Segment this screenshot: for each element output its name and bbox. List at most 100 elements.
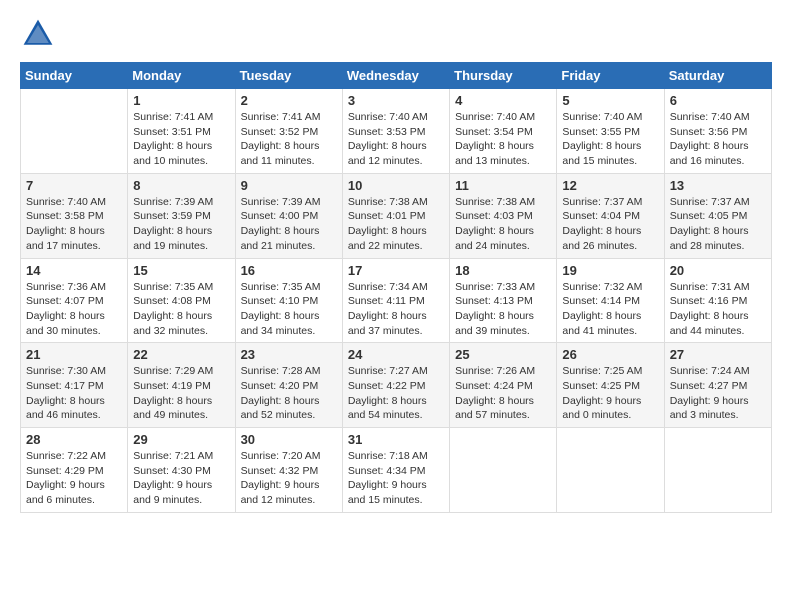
day-header-monday: Monday xyxy=(128,63,235,89)
day-info: Sunrise: 7:22 AM Sunset: 4:29 PM Dayligh… xyxy=(26,449,122,508)
day-info: Sunrise: 7:18 AM Sunset: 4:34 PM Dayligh… xyxy=(348,449,444,508)
day-number: 9 xyxy=(241,178,337,193)
day-info: Sunrise: 7:37 AM Sunset: 4:04 PM Dayligh… xyxy=(562,195,658,254)
day-info: Sunrise: 7:41 AM Sunset: 3:52 PM Dayligh… xyxy=(241,110,337,169)
day-number: 6 xyxy=(670,93,766,108)
day-info: Sunrise: 7:36 AM Sunset: 4:07 PM Dayligh… xyxy=(26,280,122,339)
day-cell xyxy=(21,89,128,174)
day-cell: 3Sunrise: 7:40 AM Sunset: 3:53 PM Daylig… xyxy=(342,89,449,174)
day-cell xyxy=(664,428,771,513)
day-info: Sunrise: 7:32 AM Sunset: 4:14 PM Dayligh… xyxy=(562,280,658,339)
day-cell xyxy=(450,428,557,513)
day-info: Sunrise: 7:40 AM Sunset: 3:55 PM Dayligh… xyxy=(562,110,658,169)
day-cell: 6 Sunrise: 7:40 AM Sunset: 3:56 PM Daylig… xyxy=(664,89,771,174)
day-number: 5 xyxy=(562,93,658,108)
day-number: 22 xyxy=(133,347,229,362)
day-cell: 11 Sunrise: 7:38 AM Sunset: 4:03 PM Dayli… xyxy=(450,173,557,258)
day-number: 31 xyxy=(348,432,444,447)
day-number: 30 xyxy=(241,432,337,447)
day-info: Sunrise: 7:41 AM Sunset: 3:51 PM Dayligh… xyxy=(133,110,229,169)
week-row-2: 7Sunrise: 7:40 AM Sunset: 3:58 PM Daylig… xyxy=(21,173,772,258)
day-cell: 9 Sunrise: 7:39 AM Sunset: 4:00 PM Daylig… xyxy=(235,173,342,258)
day-number: 29 xyxy=(133,432,229,447)
day-cell: 8 Sunrise: 7:39 AM Sunset: 3:59 PM Daylig… xyxy=(128,173,235,258)
day-number: 21 xyxy=(26,347,122,362)
week-row-3: 14 Sunrise: 7:36 AM Sunset: 4:07 PM Dayli… xyxy=(21,258,772,343)
day-cell: 31 Sunrise: 7:18 AM Sunset: 4:34 PM Dayli… xyxy=(342,428,449,513)
day-info: Sunrise: 7:28 AM Sunset: 4:20 PM Dayligh… xyxy=(241,364,337,423)
day-cell: 23 Sunrise: 7:28 AM Sunset: 4:20 PM Dayli… xyxy=(235,343,342,428)
day-info: Sunrise: 7:33 AM Sunset: 4:13 PM Dayligh… xyxy=(455,280,551,339)
day-number: 16 xyxy=(241,263,337,278)
day-number: 18 xyxy=(455,263,551,278)
day-cell: 14 Sunrise: 7:36 AM Sunset: 4:07 PM Dayli… xyxy=(21,258,128,343)
day-number: 12 xyxy=(562,178,658,193)
day-number: 15 xyxy=(133,263,229,278)
day-cell: 27 Sunrise: 7:24 AM Sunset: 4:27 PM Dayli… xyxy=(664,343,771,428)
day-info: Sunrise: 7:26 AM Sunset: 4:24 PM Dayligh… xyxy=(455,364,551,423)
day-number: 24 xyxy=(348,347,444,362)
day-number: 4 xyxy=(455,93,551,108)
day-cell: 30 Sunrise: 7:20 AM Sunset: 4:32 PM Dayli… xyxy=(235,428,342,513)
day-number: 14 xyxy=(26,263,122,278)
week-row-4: 21 Sunrise: 7:30 AM Sunset: 4:17 PM Dayli… xyxy=(21,343,772,428)
day-header-sunday: Sunday xyxy=(21,63,128,89)
day-info: Sunrise: 7:39 AM Sunset: 3:59 PM Dayligh… xyxy=(133,195,229,254)
day-cell: 7Sunrise: 7:40 AM Sunset: 3:58 PM Daylig… xyxy=(21,173,128,258)
day-cell xyxy=(557,428,664,513)
day-number: 23 xyxy=(241,347,337,362)
day-info: Sunrise: 7:40 AM Sunset: 3:58 PM Dayligh… xyxy=(26,195,122,254)
day-info: Sunrise: 7:20 AM Sunset: 4:32 PM Dayligh… xyxy=(241,449,337,508)
day-number: 25 xyxy=(455,347,551,362)
day-cell: 10 Sunrise: 7:38 AM Sunset: 4:01 PM Dayli… xyxy=(342,173,449,258)
logo-icon xyxy=(20,16,56,52)
day-number: 20 xyxy=(670,263,766,278)
day-info: Sunrise: 7:38 AM Sunset: 4:01 PM Dayligh… xyxy=(348,195,444,254)
day-cell: 15 Sunrise: 7:35 AM Sunset: 4:08 PM Dayli… xyxy=(128,258,235,343)
day-info: Sunrise: 7:37 AM Sunset: 4:05 PM Dayligh… xyxy=(670,195,766,254)
day-number: 19 xyxy=(562,263,658,278)
logo xyxy=(20,16,60,52)
day-number: 28 xyxy=(26,432,122,447)
day-cell: 24 Sunrise: 7:27 AM Sunset: 4:22 PM Dayli… xyxy=(342,343,449,428)
day-number: 26 xyxy=(562,347,658,362)
day-cell: 22 Sunrise: 7:29 AM Sunset: 4:19 PM Dayli… xyxy=(128,343,235,428)
day-info: Sunrise: 7:40 AM Sunset: 3:56 PM Dayligh… xyxy=(670,110,766,169)
day-cell: 29 Sunrise: 7:21 AM Sunset: 4:30 PM Dayli… xyxy=(128,428,235,513)
day-cell: 16 Sunrise: 7:35 AM Sunset: 4:10 PM Dayli… xyxy=(235,258,342,343)
day-header-thursday: Thursday xyxy=(450,63,557,89)
day-info: Sunrise: 7:21 AM Sunset: 4:30 PM Dayligh… xyxy=(133,449,229,508)
day-info: Sunrise: 7:31 AM Sunset: 4:16 PM Dayligh… xyxy=(670,280,766,339)
day-header-tuesday: Tuesday xyxy=(235,63,342,89)
day-info: Sunrise: 7:29 AM Sunset: 4:19 PM Dayligh… xyxy=(133,364,229,423)
day-number: 8 xyxy=(133,178,229,193)
day-info: Sunrise: 7:39 AM Sunset: 4:00 PM Dayligh… xyxy=(241,195,337,254)
week-row-1: 1 Sunrise: 7:41 AM Sunset: 3:51 PM Daylig… xyxy=(21,89,772,174)
day-info: Sunrise: 7:24 AM Sunset: 4:27 PM Dayligh… xyxy=(670,364,766,423)
day-cell: 13Sunrise: 7:37 AM Sunset: 4:05 PM Dayli… xyxy=(664,173,771,258)
day-header-friday: Friday xyxy=(557,63,664,89)
day-cell: 12 Sunrise: 7:37 AM Sunset: 4:04 PM Dayli… xyxy=(557,173,664,258)
day-cell: 21 Sunrise: 7:30 AM Sunset: 4:17 PM Dayli… xyxy=(21,343,128,428)
day-cell: 25 Sunrise: 7:26 AM Sunset: 4:24 PM Dayli… xyxy=(450,343,557,428)
day-number: 2 xyxy=(241,93,337,108)
day-info: Sunrise: 7:27 AM Sunset: 4:22 PM Dayligh… xyxy=(348,364,444,423)
days-header-row: SundayMondayTuesdayWednesdayThursdayFrid… xyxy=(21,63,772,89)
day-info: Sunrise: 7:25 AM Sunset: 4:25 PM Dayligh… xyxy=(562,364,658,423)
day-number: 11 xyxy=(455,178,551,193)
week-row-5: 28 Sunrise: 7:22 AM Sunset: 4:29 PM Dayli… xyxy=(21,428,772,513)
day-info: Sunrise: 7:35 AM Sunset: 4:10 PM Dayligh… xyxy=(241,280,337,339)
calendar-table: SundayMondayTuesdayWednesdayThursdayFrid… xyxy=(20,62,772,513)
day-number: 17 xyxy=(348,263,444,278)
day-info: Sunrise: 7:30 AM Sunset: 4:17 PM Dayligh… xyxy=(26,364,122,423)
day-number: 27 xyxy=(670,347,766,362)
day-number: 1 xyxy=(133,93,229,108)
day-info: Sunrise: 7:38 AM Sunset: 4:03 PM Dayligh… xyxy=(455,195,551,254)
day-cell: 17Sunrise: 7:34 AM Sunset: 4:11 PM Dayli… xyxy=(342,258,449,343)
day-cell: 2 Sunrise: 7:41 AM Sunset: 3:52 PM Daylig… xyxy=(235,89,342,174)
page-container: SundayMondayTuesdayWednesdayThursdayFrid… xyxy=(0,0,792,523)
day-info: Sunrise: 7:35 AM Sunset: 4:08 PM Dayligh… xyxy=(133,280,229,339)
day-number: 10 xyxy=(348,178,444,193)
day-info: Sunrise: 7:40 AM Sunset: 3:54 PM Dayligh… xyxy=(455,110,551,169)
day-header-saturday: Saturday xyxy=(664,63,771,89)
